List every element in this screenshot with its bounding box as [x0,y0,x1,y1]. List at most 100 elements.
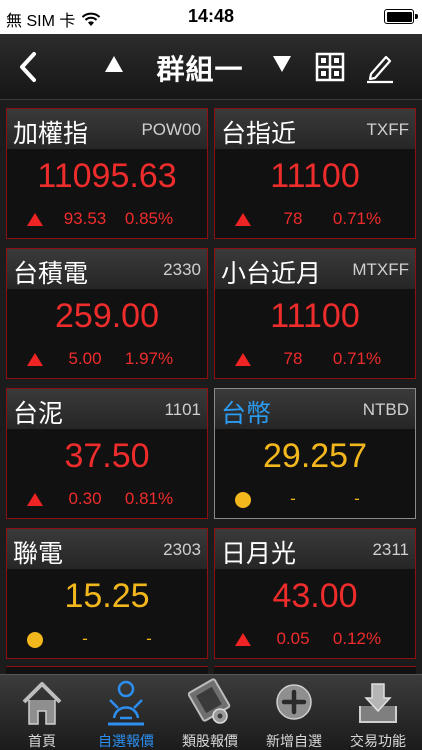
tab-sector-quotes[interactable]: 類股報價 [168,675,252,750]
card-header: 台積電 2330 [7,249,207,289]
card-change: 0.05 [276,629,310,648]
card-price: 11100 [270,157,360,195]
card-price: 11100 [270,297,360,335]
card-name: 日月光 [221,540,297,568]
quote-card-ntd[interactable]: 台幣 NTBD 29.257 - - [214,388,416,519]
tab-label: 自選報價 [98,733,154,749]
card-code: POW00 [141,120,201,139]
card-name: 台泥 [13,400,64,428]
card-header: 聯電 2303 [7,529,207,569]
next-group-button[interactable] [270,52,294,82]
card-change: 93.53 [63,209,107,228]
card-name: 台幣 [221,400,272,428]
card-code: MTXFF [352,260,409,279]
card-footer: 78 0.71% [215,207,415,233]
tab-trading[interactable]: 交易功能 [336,675,420,750]
quote-grid: 加權指 POW00 11095.63 93.53 0.85% 台指近 TXFF … [0,100,422,674]
add-circle-icon [276,684,312,720]
battery-icon [384,9,418,24]
tab-bar: 首頁 自選報價 類股報價 新增自選 交易功能 [0,674,422,750]
tab-label: 類股報價 [182,733,238,749]
tab-label: 首頁 [28,733,56,749]
quote-card-taiex[interactable]: 加權指 POW00 11095.63 93.53 0.85% [6,108,208,239]
card-percent: 0.85% [124,209,174,228]
card-percent: 0.71% [332,349,382,368]
card-footer: 78 0.71% [215,347,415,373]
edit-button[interactable] [364,50,396,84]
chevron-left-icon [20,52,36,82]
quote-card-tcc[interactable]: 台泥 1101 37.50 0.30 0.81% [6,388,208,519]
card-percent: 0.71% [332,209,382,228]
card-footer: 0.30 0.81% [7,487,207,513]
quote-card-tsmc[interactable]: 台積電 2330 259.00 5.00 1.97% [6,248,208,379]
card-change: 0.30 [68,489,102,508]
card-price: 37.50 [64,437,150,475]
up-triangle-icon [27,352,43,368]
card-footer: 5.00 1.97% [7,347,207,373]
tab-label: 交易功能 [350,733,406,749]
card-code: 2311 [372,540,409,559]
card-percent: 1.97% [124,349,174,368]
nav-bar: 群組一 [0,34,422,100]
card-name: 台積電 [13,260,89,288]
group-title: 群組一 [156,54,244,85]
card-price: 11095.63 [37,157,177,195]
tab-home[interactable]: 首頁 [0,675,84,750]
quote-card-partial[interactable] [214,666,416,674]
card-name: 小台近月 [221,260,322,288]
grid-icon [315,52,345,82]
flat-dot-icon [27,632,43,648]
card-percent: - [146,629,152,648]
up-triangle-icon [235,632,251,648]
tab-watchlist[interactable]: 自選報價 [84,675,168,750]
up-triangle-icon [235,212,251,228]
card-header: 加權指 POW00 [7,109,207,149]
card-header: 台指近 TXFF [215,109,415,149]
tab-label: 新增自選 [266,733,322,749]
watchlist-person-icon [108,680,144,726]
card-percent: 0.81% [124,489,174,508]
card-percent: 0.12% [332,629,382,648]
card-footer: 0.05 0.12% [215,627,415,653]
triangle-up-icon [105,56,123,72]
tab-add-watchlist[interactable]: 新增自選 [252,675,336,750]
card-header: 日月光 2311 [215,529,415,569]
card-price: 43.00 [272,577,358,615]
card-price: 259.00 [55,297,159,335]
card-name: 台指近 [221,120,297,148]
film-reel-icon [188,678,231,724]
grid-view-button[interactable] [315,52,345,82]
card-change: - [82,629,88,648]
status-bar: 無 SIM 卡 14:48 [0,0,422,34]
download-tray-icon [359,683,397,723]
card-code: 2303 [163,540,201,559]
status-time: 14:48 [187,6,235,26]
quote-card-ase[interactable]: 日月光 2311 43.00 0.05 0.12% [214,528,416,659]
card-change: 78 [283,349,303,368]
pencil-icon [367,55,393,84]
quote-card-txf[interactable]: 台指近 TXFF 11100 78 0.71% [214,108,416,239]
card-code: NTBD [362,400,409,419]
up-triangle-icon [27,212,43,228]
previous-group-button[interactable] [102,52,126,82]
card-name: 聯電 [13,540,64,568]
home-icon [22,682,62,725]
card-change: 78 [283,209,303,228]
up-triangle-icon [27,492,43,508]
card-code: 1101 [164,400,201,419]
card-header: 小台近月 MTXFF [215,249,415,289]
card-change: - [290,489,296,508]
card-header: 台泥 1101 [7,389,207,429]
flat-dot-icon [235,492,251,508]
quote-card-mtx[interactable]: 小台近月 MTXFF 11100 78 0.71% [214,248,416,379]
quote-card-umc[interactable]: 聯電 2303 15.25 - - [6,528,208,659]
quote-card-partial[interactable] [6,666,208,674]
back-button[interactable] [14,50,44,84]
triangle-down-icon [273,56,291,72]
card-code: 2330 [163,260,201,279]
card-percent: - [354,489,360,508]
card-footer: 93.53 0.85% [7,207,207,233]
card-footer: - - [215,487,415,513]
card-price: 15.25 [64,577,150,615]
card-change: 5.00 [68,349,102,368]
